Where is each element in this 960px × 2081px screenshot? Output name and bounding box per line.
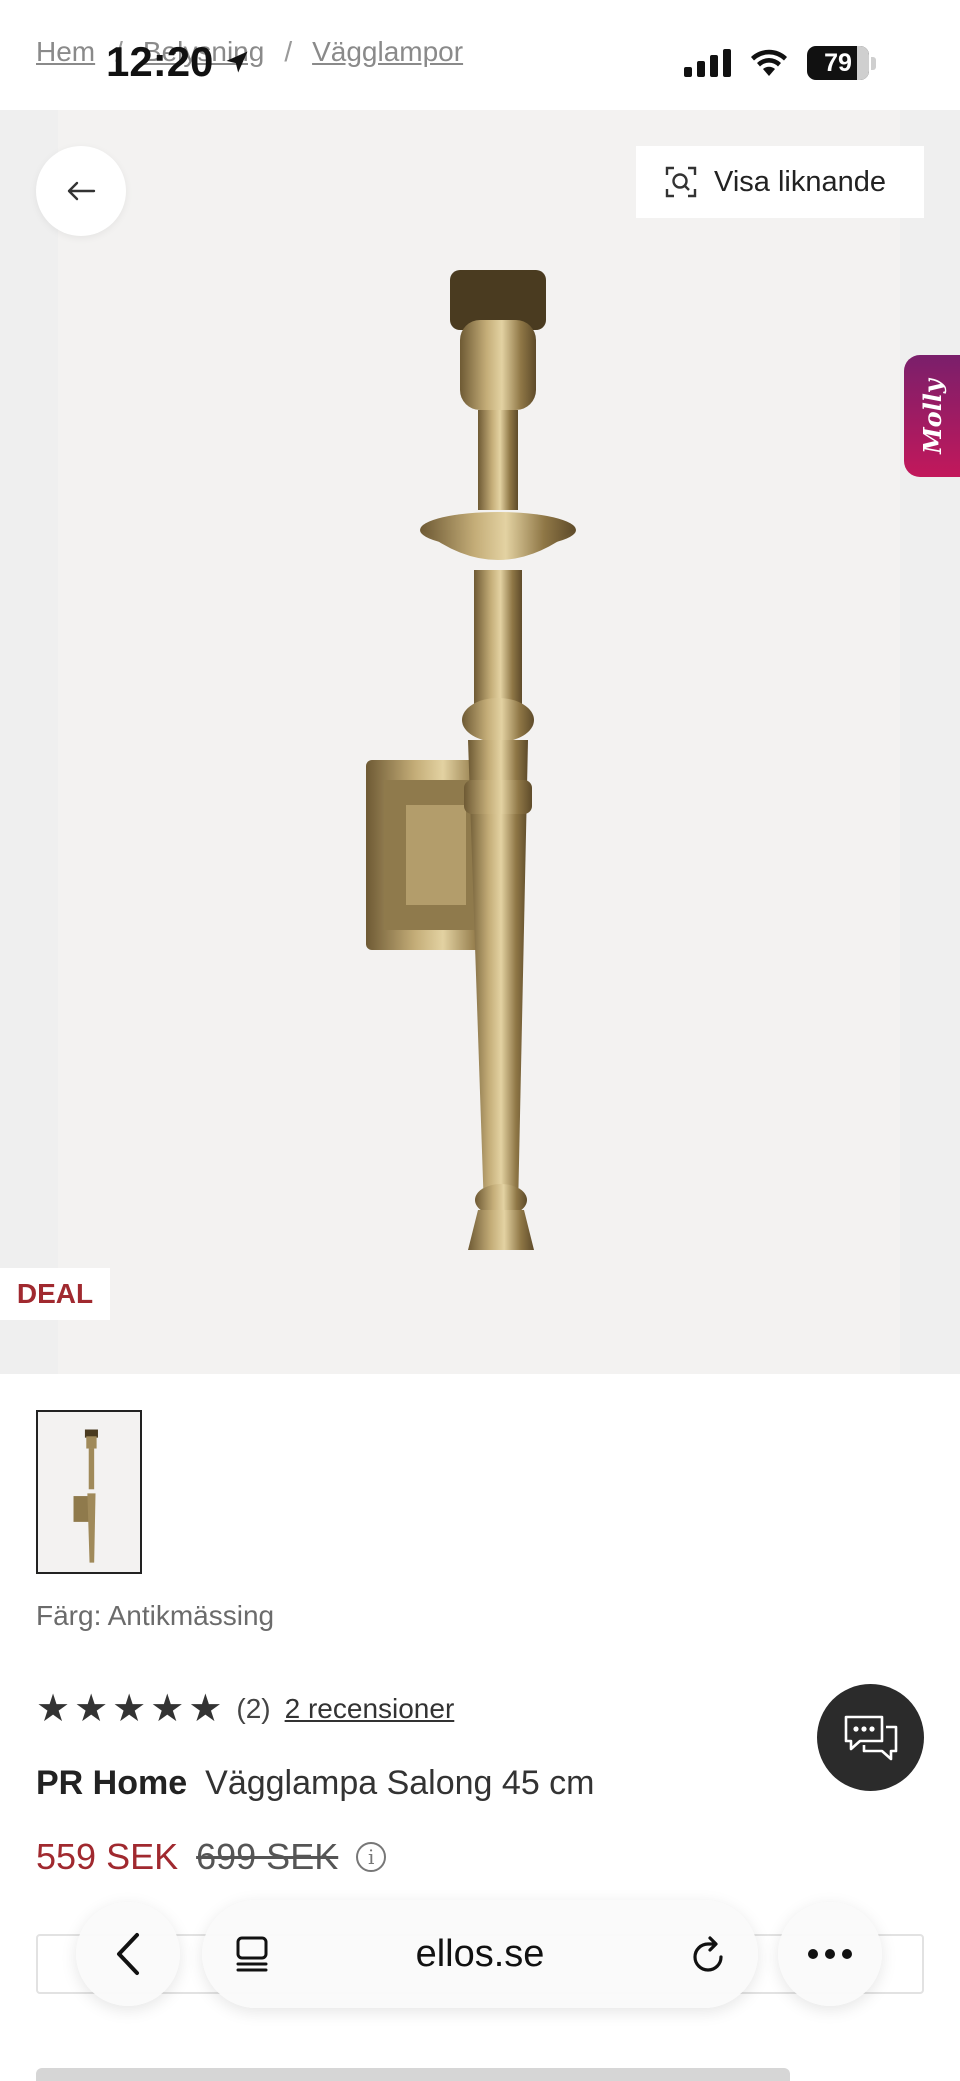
chat-button[interactable] bbox=[817, 1684, 924, 1791]
reviews-link[interactable]: 2 recensioner bbox=[285, 1693, 455, 1725]
status-time-text: 12:20 bbox=[106, 38, 214, 85]
browser-more-button[interactable] bbox=[778, 1902, 882, 2006]
address-bar[interactable]: ellos.se bbox=[202, 1900, 758, 2008]
battery-icon: 79 bbox=[807, 46, 876, 80]
add-to-cart-area[interactable] bbox=[36, 2068, 790, 2081]
chevron-left-icon bbox=[117, 1933, 139, 1975]
breadcrumb-home[interactable]: Hem bbox=[36, 36, 95, 68]
reload-icon[interactable] bbox=[688, 1933, 728, 1975]
location-arrow-icon bbox=[226, 51, 248, 73]
product-rating: ★ ★ ★ ★ ★ (2) 2 recensioner bbox=[36, 1690, 454, 1728]
wifi-icon bbox=[751, 49, 787, 76]
star-icon: ★ bbox=[74, 1688, 109, 1730]
deal-badge: DEAL bbox=[0, 1268, 110, 1320]
product-name: Vägglampa Salong 45 cm bbox=[205, 1764, 595, 1802]
show-similar-button[interactable]: Visa liknande bbox=[636, 146, 924, 218]
star-icon: ★ bbox=[112, 1688, 147, 1730]
status-time: 12:20 bbox=[106, 38, 251, 86]
original-price: 699 SEK bbox=[196, 1836, 339, 1877]
status-indicators: 79 bbox=[684, 46, 876, 80]
star-icon: ★ bbox=[188, 1688, 223, 1730]
star-icon: ★ bbox=[36, 1688, 71, 1730]
product-title: PR Home Vägglampa Salong 45 cm bbox=[36, 1764, 595, 1803]
rating-count: (2) bbox=[236, 1693, 271, 1724]
price-row: 559 SEK 699 SEK i bbox=[36, 1836, 387, 1878]
color-label: Färg: Antikmässing bbox=[36, 1600, 275, 1631]
breadcrumb-separator: / bbox=[284, 36, 293, 67]
browser-back-button[interactable] bbox=[76, 1902, 180, 2006]
wall-lamp-image bbox=[366, 270, 576, 1250]
show-similar-label: Visa liknande bbox=[714, 165, 886, 198]
rating-stars: ★ ★ ★ ★ ★ bbox=[36, 1690, 222, 1728]
browser-toolbar: ellos.se bbox=[0, 1896, 960, 2012]
breadcrumb-vagglampor[interactable]: Vägglampor bbox=[312, 36, 463, 68]
arrow-left-icon bbox=[67, 181, 96, 201]
visual-search-icon bbox=[665, 166, 697, 198]
star-icon: ★ bbox=[150, 1688, 185, 1730]
product-thumbnail[interactable] bbox=[36, 1410, 142, 1574]
molly-label: Molly bbox=[917, 378, 947, 454]
battery-level: 79 bbox=[824, 48, 852, 77]
price-info-icon[interactable]: i bbox=[356, 1842, 387, 1872]
url-text: ellos.se bbox=[415, 1932, 545, 1975]
back-button[interactable] bbox=[36, 146, 126, 236]
sale-price: 559 SEK bbox=[36, 1836, 179, 1877]
tab-overview-icon[interactable] bbox=[232, 1934, 272, 1974]
more-dots-icon bbox=[808, 1949, 852, 1959]
chat-bubbles-icon bbox=[844, 1715, 897, 1760]
status-bar: Hem / Belysning / Vägglampor 12:20 79 bbox=[0, 0, 960, 110]
cellular-signal-icon bbox=[684, 49, 731, 77]
molly-assistant-tab[interactable]: Molly bbox=[904, 355, 960, 477]
wall-lamp-thumbnail-image bbox=[73, 1429, 98, 1563]
product-image-gallery[interactable]: Visa liknande Molly DEAL bbox=[0, 110, 960, 1374]
product-brand: PR Home bbox=[36, 1764, 188, 1802]
